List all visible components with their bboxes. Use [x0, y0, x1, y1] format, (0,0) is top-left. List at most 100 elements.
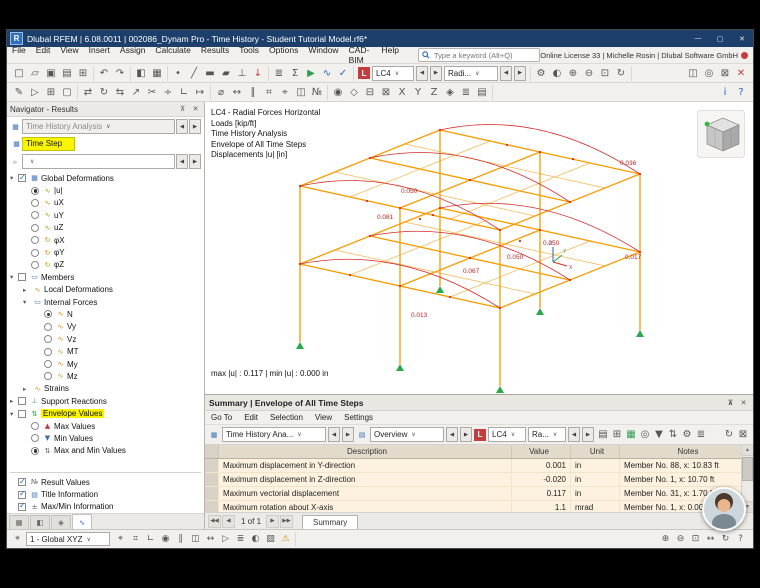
trim-icon[interactable]: ✂ [144, 85, 160, 100]
table-filter-icon[interactable]: ▼ [652, 427, 666, 442]
guidelines-toggle-icon[interactable]: ∥ [173, 533, 188, 546]
mirror-icon[interactable]: ⇆ [112, 85, 128, 100]
info-icon[interactable]: i [717, 85, 733, 100]
menu-item[interactable]: Tools [234, 45, 264, 65]
view-next-button[interactable]: ▶ [460, 427, 472, 442]
table-select[interactable]: Time History Ana... ∨ [222, 427, 326, 442]
grid-icon[interactable]: ⌗ [261, 85, 277, 100]
load-case-next-button[interactable]: ▶ [430, 65, 442, 81]
zoom-in-status-icon[interactable]: ⊕ [658, 533, 673, 546]
open-model-icon[interactable]: ▱ [27, 66, 43, 81]
menu-item[interactable]: CAD-BIM [344, 45, 377, 65]
result-type-prev-button[interactable]: ◀ [500, 65, 512, 81]
summary-menu-item[interactable]: Selection [264, 413, 309, 422]
tables-toggle-icon[interactable]: ▦ [149, 66, 165, 81]
tree-row[interactable]: ∿ uZ [7, 222, 204, 234]
view-y-icon[interactable]: Y [410, 85, 426, 100]
deselect-icon[interactable]: ▢ [59, 85, 75, 100]
step-prev-button[interactable]: ◀ [176, 154, 188, 169]
run-calculation-icon[interactable]: ▶ [303, 66, 319, 81]
expander-icon[interactable] [10, 174, 18, 182]
menu-item[interactable]: File [7, 45, 31, 65]
tree-control[interactable] [31, 198, 39, 207]
user-views-icon[interactable]: ◇ [346, 85, 362, 100]
summary-lc-next-button[interactable]: ▶ [582, 427, 594, 442]
result-values-icon[interactable]: ✓ [335, 66, 351, 81]
select-all-icon[interactable]: ⊞ [43, 85, 59, 100]
tree-row[interactable]: ▦ Global Deformations [7, 172, 204, 184]
tree-row[interactable]: ∿ uY [7, 209, 204, 221]
expander-icon[interactable] [23, 385, 31, 393]
menu-item[interactable]: Help [377, 45, 404, 65]
tree-control[interactable] [18, 397, 26, 406]
tree-control[interactable] [18, 409, 26, 418]
search-input[interactable] [431, 49, 537, 61]
work-plane-toggle-icon[interactable]: ◫ [188, 533, 203, 546]
divide-icon[interactable]: ÷ [160, 85, 176, 100]
tree-row[interactable]: ∿ MT [7, 345, 204, 357]
tree-row[interactable]: ∿ |u| [7, 184, 204, 196]
table-columns-icon[interactable]: ≣ [694, 427, 708, 442]
tree-control[interactable] [44, 322, 52, 331]
new-view-icon[interactable]: ◫ [685, 66, 701, 81]
license-status-icon[interactable] [741, 51, 748, 59]
navigator-close-icon[interactable]: ✕ [190, 105, 201, 113]
option-checkbox[interactable] [18, 501, 26, 511]
tree-control[interactable] [18, 173, 26, 183]
zoom-out-icon[interactable]: ⊖ [581, 66, 597, 81]
insert-surface-icon[interactable]: ▰ [218, 66, 234, 81]
tree-row[interactable]: ∿ My [7, 358, 204, 370]
time-step-button[interactable]: Time Step [22, 137, 76, 151]
display-option-row[interactable]: ▤ Title Information [7, 488, 204, 500]
numbering-icon[interactable]: № [309, 85, 325, 100]
table-row[interactable]: Maximum displacement in Z-direction -0.0… [205, 473, 753, 487]
last-page-button[interactable]: ▶▶ [280, 514, 294, 528]
scroll-thumb[interactable] [742, 457, 753, 481]
expander-icon[interactable] [23, 298, 31, 306]
coordinate-system-select[interactable]: 1 - Global XYZ ∨ [26, 532, 110, 546]
display-settings-icon[interactable]: ⚙ [533, 66, 549, 81]
snap-icon[interactable]: ⌖ [277, 85, 293, 100]
new-model-icon[interactable]: □ [11, 66, 27, 81]
tree-control[interactable] [31, 236, 39, 245]
move-copy-icon[interactable]: ⇄ [80, 85, 96, 100]
zoom-all-status-icon[interactable]: ⊡ [688, 533, 703, 546]
background-toggle-icon[interactable]: ▨ [263, 533, 278, 546]
help-icon[interactable]: ? [733, 85, 749, 100]
summary-lc-select[interactable]: LC4 ∨ [488, 427, 526, 442]
connect-icon[interactable]: ∟ [176, 85, 192, 100]
zoom-in-icon[interactable]: ⊕ [565, 66, 581, 81]
extend-icon[interactable]: ↦ [192, 85, 208, 100]
view-x-icon[interactable]: X [394, 85, 410, 100]
tree-row[interactable]: ∿ Local Deformations [7, 284, 204, 296]
menu-item[interactable]: Calculate [150, 45, 195, 65]
zoom-out-status-icon[interactable]: ⊖ [673, 533, 688, 546]
step-next-button[interactable]: ▶ [189, 154, 201, 169]
table-row[interactable]: Maximum displacement in Y-direction 0.00… [205, 459, 753, 473]
views-navigator-tab[interactable]: ◈ [51, 515, 71, 529]
summary-lc-prev-button[interactable]: ◀ [568, 427, 580, 442]
menu-item[interactable]: Results [196, 45, 234, 65]
menu-item[interactable]: Window [303, 45, 343, 65]
tree-control[interactable] [18, 273, 26, 282]
tree-row[interactable]: ▲ Max Values [7, 420, 204, 432]
tree-control[interactable] [44, 310, 52, 319]
table-settings-icon[interactable]: ⚙ [680, 427, 694, 442]
section-plane-icon[interactable]: ⊟ [362, 85, 378, 100]
edit-mode-icon[interactable]: ✎ [11, 85, 27, 100]
navigator-pin-icon[interactable]: ⊼ [177, 105, 188, 113]
result-type-select[interactable]: Radi... ∨ [444, 65, 498, 81]
tree-row[interactable]: ↻ φZ [7, 259, 204, 271]
table-next-button[interactable]: ▶ [342, 427, 354, 442]
table-prev-button[interactable]: ◀ [328, 427, 340, 442]
tree-row[interactable]: ∿ Vy [7, 321, 204, 333]
display-navigator-tab[interactable]: ◧ [30, 515, 50, 529]
menu-item[interactable]: Insert [84, 45, 115, 65]
summary-menu-item[interactable]: View [309, 413, 338, 422]
tree-row[interactable]: ⇅ Max and Min Values [7, 445, 204, 457]
step-select[interactable]: ∨ [22, 154, 175, 169]
summary-menu-item[interactable]: Edit [238, 413, 264, 422]
tree-control[interactable] [31, 211, 39, 220]
selection-filter-icon[interactable]: ▷ [218, 533, 233, 546]
isometric-view-icon[interactable]: ◈ [442, 85, 458, 100]
